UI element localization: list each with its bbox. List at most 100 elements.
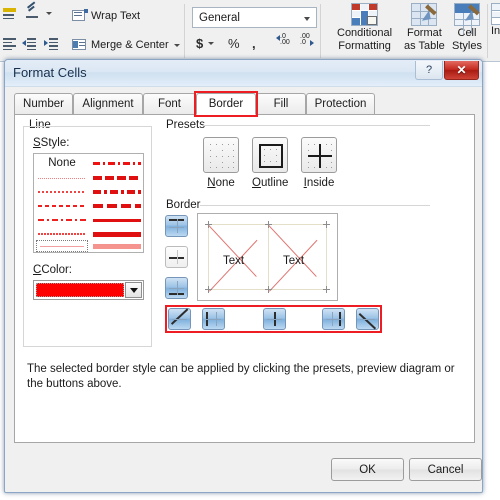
conditional-formatting-label-1: Conditional [337, 27, 393, 39]
presets-group-rule [203, 125, 430, 126]
preview-diagonal-down-left [208, 225, 257, 277]
cell-styles-label-2: Styles [452, 40, 482, 52]
preview-right-edge [326, 224, 327, 290]
cell-styles-button[interactable]: Cell Styles [452, 3, 482, 53]
border-bottom-glyph [169, 281, 184, 295]
style-option-dashed-med[interactable] [91, 200, 143, 212]
preview-diagonal-down-right [268, 225, 317, 277]
style-label-rest: Style: [40, 137, 70, 149]
color-label-rest: Color: [41, 264, 72, 276]
comma-icon: , [252, 36, 256, 51]
align-top-glyph [2, 6, 18, 20]
ribbon-separator-2 [320, 4, 321, 58]
border-group-rule [200, 205, 430, 206]
tab-font[interactable]: Font [143, 93, 196, 115]
bottom-border-buttons-highlight [165, 305, 382, 333]
preview-middle-vertical [268, 224, 269, 290]
preset-inside-label: Inside [303, 177, 335, 189]
style-option-dotted-dense[interactable] [36, 228, 88, 240]
presets-group-label: Presets [163, 119, 208, 131]
color-label: CColor: [33, 264, 72, 276]
align-top-icon[interactable] [2, 6, 18, 20]
number-format-value: General [199, 11, 240, 24]
wrap-text-label: Wrap Text [91, 9, 141, 22]
tab-alignment[interactable]: Alignment [73, 93, 143, 115]
border-bottom-button[interactable] [165, 277, 188, 299]
insert-cells-icon [491, 3, 500, 25]
cells-group-button[interactable]: In [491, 3, 500, 38]
format-as-table-label-2: as Table [404, 40, 445, 52]
border-top-button[interactable] [165, 215, 188, 237]
line-color-combo[interactable] [33, 280, 144, 300]
preset-inside-button[interactable] [301, 137, 337, 173]
close-button[interactable]: ✕ [444, 61, 479, 80]
help-button[interactable]: ? [415, 61, 443, 80]
cells-group-label: In [491, 25, 500, 37]
border-group-label: Border [163, 199, 204, 211]
decrease-indent-button[interactable] [22, 36, 38, 50]
format-as-table-button[interactable]: Format as Table [404, 3, 445, 53]
wrap-text-button[interactable]: Wrap Text [72, 9, 140, 23]
tab-protection[interactable]: Protection [306, 93, 375, 115]
border-horizontal-button[interactable] [165, 246, 188, 268]
preview-text-right: Text [283, 255, 305, 267]
chevron-down-icon [129, 287, 138, 293]
number-format-combo[interactable]: General [192, 7, 317, 28]
preset-outline-label: Outline [252, 177, 289, 189]
percent-button[interactable]: % [228, 36, 240, 51]
style-none-option[interactable]: None [36, 156, 88, 170]
align-left-icon[interactable] [2, 36, 18, 50]
dialog-titlebar[interactable]: Format Cells ? ✕ [5, 60, 482, 87]
border-tab-highlight [194, 91, 258, 117]
style-option-solid-med[interactable] [91, 214, 143, 226]
comma-button[interactable]: , [252, 36, 256, 51]
cancel-button[interactable]: Cancel [409, 458, 482, 481]
tab-fill[interactable]: Fill [256, 93, 306, 115]
excel-ribbon: Wrap Text Merge & Center General $ % , .… [0, 0, 500, 62]
style-option-hair[interactable] [36, 172, 88, 184]
border-tab-page: Line SStyle: None CColor: Presets None O… [14, 114, 475, 443]
decrease-decimal-button[interactable]: .00 .0 [300, 33, 316, 48]
style-option-solid-thick[interactable] [91, 228, 143, 240]
increase-indent-button[interactable] [44, 36, 60, 50]
merge-center-label: Merge & Center [91, 38, 169, 51]
style-option-dash-dot-med[interactable] [91, 156, 143, 170]
increase-indent-icon [44, 36, 60, 50]
orientation-button[interactable] [25, 1, 52, 20]
merge-center-caret-icon [173, 43, 180, 47]
preset-none-label: None [207, 177, 235, 189]
tab-number[interactable]: Number [14, 93, 73, 115]
dialog-tabstrip: Number Alignment Font Border Fill Protec… [14, 91, 473, 117]
style-option-dash-thick[interactable] [91, 172, 143, 184]
orientation-icon [25, 1, 41, 20]
merge-center-button[interactable]: Merge & Center [72, 38, 180, 52]
conditional-formatting-label-2: Formatting [338, 40, 391, 52]
cell-styles-label-1: Cell [457, 27, 477, 39]
conditional-formatting-button[interactable]: Conditional Formatting [337, 3, 392, 53]
currency-button[interactable]: $ [196, 36, 215, 51]
increase-decimal-icon: .0 .00 [276, 33, 292, 48]
line-color-dropdown-button[interactable] [125, 282, 142, 298]
preset-outline-button[interactable] [252, 137, 288, 173]
style-option-dashed-fine[interactable] [36, 200, 88, 212]
increase-decimal-button[interactable]: .0 .00 [276, 33, 292, 48]
line-color-swatch[interactable] [36, 283, 124, 297]
border-preview-diagram[interactable]: Text Text [197, 213, 338, 301]
decrease-indent-icon [22, 36, 38, 50]
cell-styles-icon [453, 3, 480, 34]
line-style-listbox[interactable]: None [33, 153, 144, 253]
decrease-decimal-icon: .00 .0 [300, 33, 316, 48]
style-option-dotted[interactable] [36, 186, 88, 198]
ok-button[interactable]: OK [331, 458, 404, 481]
border-horizontal-glyph [169, 250, 184, 264]
style-option-solid-light[interactable] [91, 240, 143, 252]
percent-icon: % [228, 36, 240, 51]
preview-left-edge [208, 224, 209, 290]
border-top-glyph [169, 219, 184, 233]
style-option-dash-dot[interactable] [36, 214, 88, 226]
style-option-dash-dot-thick[interactable] [91, 186, 143, 198]
dialog-title: Format Cells [13, 65, 87, 80]
merge-center-icon [72, 38, 88, 52]
style-option-thin-selected[interactable] [36, 240, 88, 252]
preset-none-button[interactable] [203, 137, 239, 173]
